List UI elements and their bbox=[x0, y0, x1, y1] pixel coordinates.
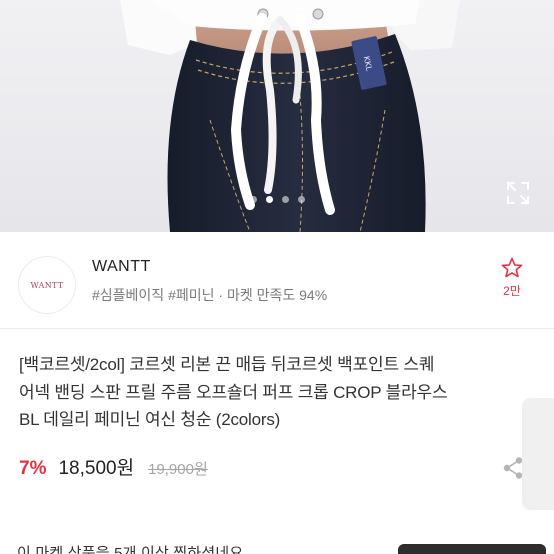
seller-name[interactable]: WANTT bbox=[92, 258, 151, 276]
seller-tags: #심플베이직 #페미닌 · 마켓 만족도 94% bbox=[92, 287, 328, 303]
favorite-count: 2만 bbox=[503, 284, 521, 298]
product-title-line: BL 데일리 페미닌 여신 청순 (2colors) bbox=[19, 410, 281, 429]
share-button[interactable] bbox=[502, 456, 524, 480]
banner-action-button[interactable] bbox=[398, 544, 546, 554]
discount-rate: 7% bbox=[19, 458, 47, 479]
gallery-dot-active[interactable] bbox=[265, 196, 273, 203]
seller-logo-text: WANTT bbox=[30, 280, 64, 290]
expand-image-button[interactable] bbox=[505, 180, 531, 206]
gallery-dot[interactable] bbox=[281, 196, 289, 203]
gallery-dot[interactable] bbox=[249, 196, 257, 203]
seller-section[interactable]: WANTT WANTT #심플베이직 #페미닌 · 마켓 만족도 94% 2만 bbox=[0, 232, 554, 324]
gallery-dot[interactable] bbox=[297, 196, 305, 203]
side-panel-tab[interactable] bbox=[522, 398, 554, 510]
product-image-gallery[interactable]: KKL bbox=[0, 0, 554, 232]
sale-price: 18,500원 bbox=[58, 458, 135, 479]
share-icon bbox=[503, 457, 523, 479]
price-row: 7% 18,500원 19,900원 bbox=[19, 453, 208, 479]
gallery-pagination bbox=[0, 196, 554, 203]
section-divider bbox=[0, 328, 554, 329]
seller-logo[interactable]: WANTT bbox=[18, 256, 76, 314]
banner-text: 이 마켓 상품을 5개 이상 찜하셨네요 bbox=[17, 545, 244, 554]
product-title: [백코르셋/2col] 코르셋 리본 끈 매듭 뒤코르셋 백포인트 스퀘 어넥 … bbox=[19, 351, 543, 434]
star-icon bbox=[501, 257, 523, 278]
original-price: 19,900원 bbox=[148, 461, 208, 478]
bottom-notice-banner: 이 마켓 상품을 5개 이상 찜하셨네요 bbox=[0, 528, 554, 554]
product-title-line: [백코르셋/2col] 코르셋 리본 끈 매듭 뒤코르셋 백포인트 스퀘 bbox=[19, 355, 435, 374]
expand-icon bbox=[507, 182, 529, 204]
favorite-button[interactable]: 2만 bbox=[495, 256, 529, 299]
product-title-line: 어넥 밴딩 스판 프릴 주름 오프숄더 퍼프 크롭 CROP 블라우스 bbox=[19, 382, 448, 402]
